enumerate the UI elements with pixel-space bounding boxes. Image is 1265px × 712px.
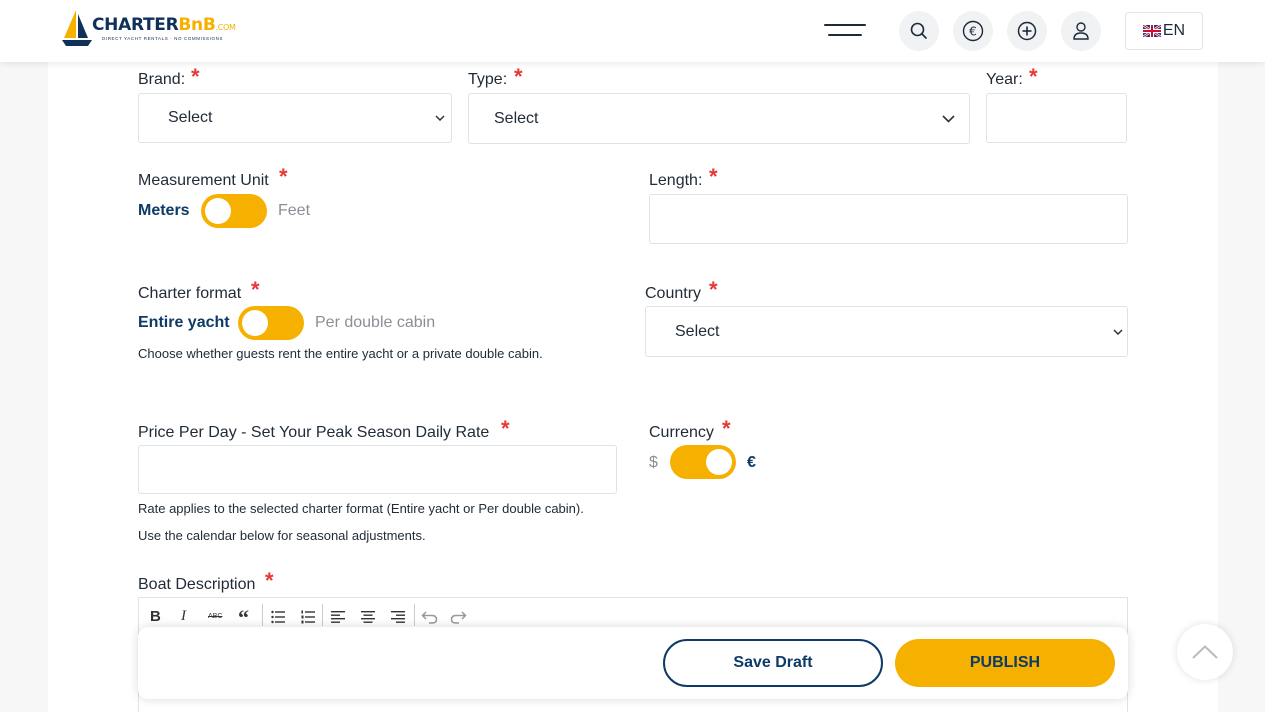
toolbar-divider: [414, 604, 415, 626]
align-left-icon[interactable]: [331, 610, 345, 624]
charterbnb-logo[interactable]: CHARTERBnB.COM DIRECT YACHT RENTALS · NO…: [62, 8, 252, 50]
menu-icon[interactable]: [824, 22, 866, 40]
publish-button[interactable]: PUBLISH: [895, 639, 1115, 687]
strikethrough-icon[interactable]: ABC: [208, 613, 222, 620]
italic-icon[interactable]: I: [181, 608, 186, 625]
chevron-down-icon: [435, 115, 445, 121]
form-action-bar: Save Draft PUBLISH: [138, 627, 1128, 699]
charter-format-help: Choose whether guests rent the entire ya…: [138, 346, 543, 361]
brand-select[interactable]: Select: [138, 93, 452, 143]
price-per-day-input[interactable]: [138, 445, 617, 494]
align-center-icon[interactable]: [361, 610, 375, 624]
language-selector[interactable]: EN: [1125, 12, 1203, 50]
toolbar-divider: [262, 604, 263, 626]
required-marker: *: [251, 277, 260, 302]
listing-form-card: Brand: * Select Type: * Select Year: * M…: [48, 62, 1218, 712]
measurement-unit-toggle[interactable]: [201, 194, 267, 228]
year-input[interactable]: [986, 93, 1127, 143]
language-label: EN: [1162, 22, 1186, 39]
add-listing-button[interactable]: [1007, 11, 1047, 51]
brand-label: Brand:: [138, 71, 186, 88]
eur-option[interactable]: €: [747, 454, 756, 472]
toggle-knob: [242, 310, 268, 336]
required-marker: *: [722, 416, 731, 441]
sailboat-logo-icon: [62, 10, 92, 46]
required-marker: *: [709, 164, 718, 189]
toggle-knob: [706, 449, 732, 475]
logo-tagline: DIRECT YACHT RENTALS · NO COMMISSIONS: [102, 36, 224, 41]
save-draft-button[interactable]: Save Draft: [663, 639, 883, 687]
entire-yacht-option[interactable]: Entire yacht: [138, 314, 230, 332]
required-marker: *: [709, 277, 718, 302]
type-select-value: Select: [494, 109, 539, 127]
length-label: Length:: [649, 172, 703, 189]
scroll-to-top-button[interactable]: [1177, 624, 1233, 680]
svg-text:€: €: [969, 25, 977, 39]
meters-option[interactable]: Meters: [138, 202, 190, 220]
site-header: CHARTERBnB.COM DIRECT YACHT RENTALS · NO…: [0, 0, 1265, 62]
logo-wordmark: CHARTERBnB.COM: [92, 15, 236, 35]
redo-icon[interactable]: [450, 609, 467, 624]
required-marker: *: [501, 416, 510, 441]
bold-icon[interactable]: B: [150, 608, 161, 625]
chevron-up-icon: [1192, 645, 1218, 659]
boat-description-label: Boat Description: [138, 576, 256, 593]
charter-format-label: Charter format: [138, 285, 242, 302]
user-icon: [1073, 22, 1089, 40]
type-select[interactable]: Select: [468, 93, 970, 144]
per-double-cabin-option[interactable]: Per double cabin: [315, 314, 435, 332]
year-label: Year:: [986, 71, 1023, 88]
undo-icon[interactable]: [421, 609, 438, 624]
bullet-list-icon[interactable]: [271, 610, 285, 624]
toggle-knob: [205, 198, 231, 224]
charter-format-toggle[interactable]: [238, 306, 304, 340]
chevron-down-icon: [942, 114, 955, 123]
required-marker: *: [279, 164, 288, 189]
required-marker: *: [265, 568, 274, 593]
account-button[interactable]: [1061, 11, 1101, 51]
length-input[interactable]: [649, 194, 1128, 244]
country-select-value: Select: [675, 322, 720, 340]
add-icon: [1017, 21, 1037, 41]
brand-select-value: Select: [168, 109, 213, 126]
numbered-list-icon[interactable]: [301, 610, 315, 624]
price-per-day-label: Price Per Day - Set Your Peak Season Dai…: [138, 424, 490, 441]
currency-label: Currency: [649, 424, 714, 441]
required-marker: *: [1029, 64, 1038, 89]
uk-flag-icon: [1142, 25, 1161, 37]
currency-toggle[interactable]: [670, 445, 736, 479]
search-button[interactable]: [899, 11, 939, 51]
usd-option[interactable]: $: [649, 454, 658, 472]
measurement-unit-label: Measurement Unit: [138, 172, 269, 189]
country-label: Country: [645, 285, 702, 302]
align-right-icon[interactable]: [391, 610, 405, 624]
euro-currency-icon: €: [962, 20, 984, 42]
price-calendar-help-text: Use the calendar below for seasonal adju…: [138, 528, 426, 543]
price-help-text: Rate applies to the selected charter for…: [138, 501, 584, 516]
country-select[interactable]: Select: [645, 306, 1128, 357]
toolbar-divider: [322, 604, 323, 626]
type-label: Type:: [468, 71, 508, 88]
required-marker: *: [514, 64, 523, 89]
feet-option[interactable]: Feet: [278, 202, 310, 220]
required-marker: *: [191, 64, 200, 89]
chevron-down-icon: [1113, 328, 1123, 335]
currency-button[interactable]: €: [953, 11, 993, 51]
search-icon: [910, 22, 928, 40]
